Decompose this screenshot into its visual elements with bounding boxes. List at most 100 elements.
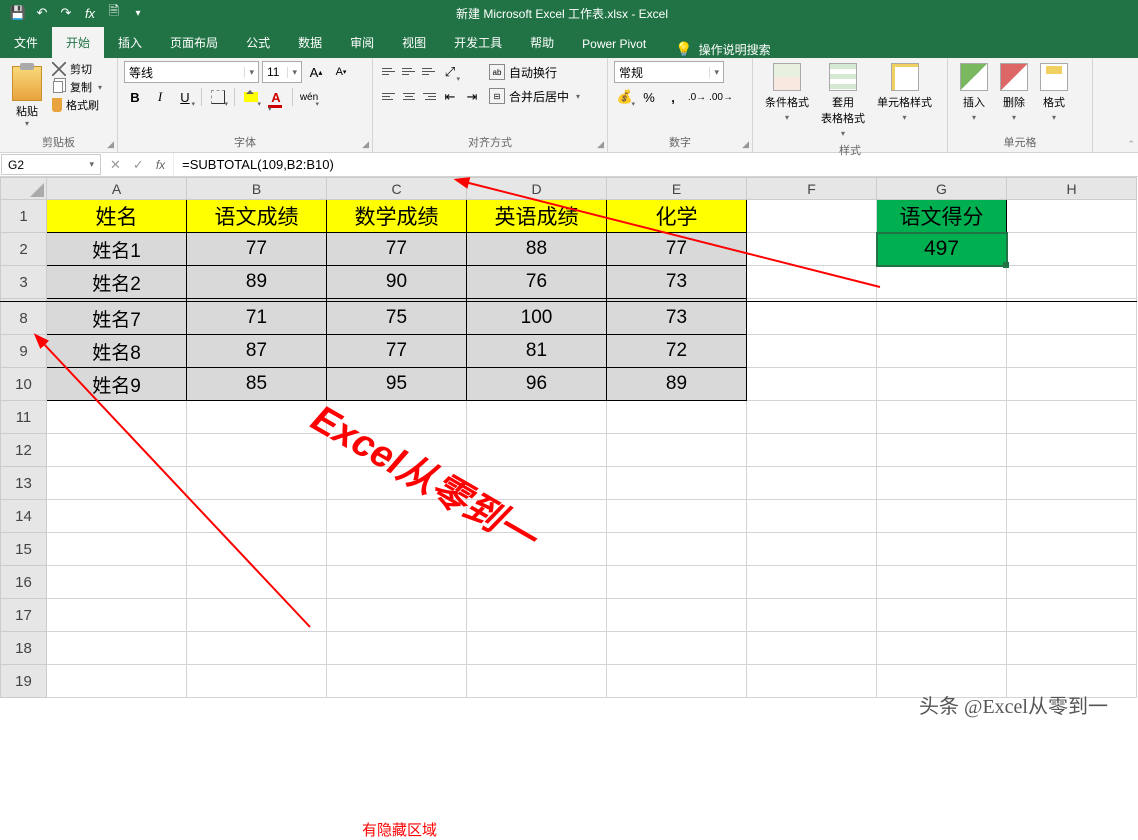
- underline-button[interactable]: U: [174, 86, 196, 108]
- wrap-text-button[interactable]: ab自动换行: [489, 61, 580, 83]
- row-header-15[interactable]: 15: [1, 533, 47, 566]
- decrease-decimal-button[interactable]: .00→: [710, 86, 732, 108]
- increase-decimal-button[interactable]: .0→: [686, 86, 708, 108]
- font-color-button[interactable]: A: [265, 86, 287, 108]
- cut-button[interactable]: 剪切: [52, 61, 102, 77]
- cell-e10[interactable]: 89: [607, 368, 747, 401]
- fill-color-button[interactable]: [240, 86, 262, 108]
- tab-data[interactable]: 数据: [284, 27, 336, 58]
- cell-h3[interactable]: [1007, 266, 1137, 299]
- tab-home[interactable]: 开始: [52, 27, 104, 58]
- cell-d2[interactable]: 88: [467, 233, 607, 266]
- cell-a3[interactable]: 姓名2: [47, 266, 187, 299]
- cell-a9[interactable]: 姓名8: [47, 335, 187, 368]
- conditional-format-button[interactable]: 条件格式▾: [759, 61, 815, 140]
- name-box[interactable]: G2▾: [1, 154, 101, 175]
- row-header-11[interactable]: 11: [1, 401, 47, 434]
- row-header-10[interactable]: 10: [1, 368, 47, 401]
- font-launcher[interactable]: ◢: [362, 139, 369, 150]
- cell-h10[interactable]: [1007, 368, 1137, 401]
- cell-a11[interactable]: [47, 401, 187, 434]
- align-right-button[interactable]: [419, 86, 439, 106]
- row-header-2[interactable]: 2: [1, 233, 47, 266]
- row-header-9[interactable]: 9: [1, 335, 47, 368]
- cell-f2[interactable]: [747, 233, 877, 266]
- cell-c2[interactable]: 77: [327, 233, 467, 266]
- copy-button[interactable]: 复制▾: [52, 79, 102, 95]
- cell-f1[interactable]: [747, 200, 877, 233]
- cell-b10[interactable]: 85: [187, 368, 327, 401]
- cell-a10[interactable]: 姓名9: [47, 368, 187, 401]
- cell-g10[interactable]: [877, 368, 1007, 401]
- save-icon[interactable]: 💾: [10, 5, 26, 21]
- cell-b9[interactable]: 87: [187, 335, 327, 368]
- cell-g1[interactable]: 语文得分: [877, 200, 1007, 233]
- col-header-f[interactable]: F: [747, 178, 877, 200]
- cell-b8[interactable]: 71: [187, 302, 327, 335]
- brush-button[interactable]: 格式刷: [52, 97, 102, 113]
- col-header-g[interactable]: G: [877, 178, 1007, 200]
- row-header-8[interactable]: 8: [1, 302, 47, 335]
- cell-h1[interactable]: [1007, 200, 1137, 233]
- cell-e8[interactable]: 73: [607, 302, 747, 335]
- cell-b1[interactable]: 语文成绩: [187, 200, 327, 233]
- bold-button[interactable]: B: [124, 86, 146, 108]
- formula-input[interactable]: =SUBTOTAL(109,B2:B10): [173, 153, 1138, 176]
- tab-view[interactable]: 视图: [388, 27, 440, 58]
- col-header-e[interactable]: E: [607, 178, 747, 200]
- tab-pivot[interactable]: Power Pivot: [568, 30, 660, 58]
- row-header-16[interactable]: 16: [1, 566, 47, 599]
- row-header-13[interactable]: 13: [1, 467, 47, 500]
- col-header-c[interactable]: C: [327, 178, 467, 200]
- font-name-combo[interactable]: 等线▾: [124, 61, 259, 83]
- border-button[interactable]: [207, 86, 229, 108]
- insert-cells-button[interactable]: 插入▾: [954, 61, 994, 132]
- row-header-3[interactable]: 3: [1, 266, 47, 299]
- row-header-14[interactable]: 14: [1, 500, 47, 533]
- row-header-1[interactable]: 1: [1, 200, 47, 233]
- cell-d8[interactable]: 100: [467, 302, 607, 335]
- cell-c8[interactable]: 75: [327, 302, 467, 335]
- cell-f10[interactable]: [747, 368, 877, 401]
- qat-more-icon[interactable]: ▾: [130, 5, 146, 21]
- table-format-button[interactable]: 套用 表格格式▾: [815, 61, 871, 140]
- row-header-12[interactable]: 12: [1, 434, 47, 467]
- tab-insert[interactable]: 插入: [104, 27, 156, 58]
- cell-d3[interactable]: 76: [467, 266, 607, 299]
- cell-f9[interactable]: [747, 335, 877, 368]
- number-launcher[interactable]: ◢: [742, 139, 749, 150]
- cell-g3[interactable]: [877, 266, 1007, 299]
- cell-d1[interactable]: 英语成绩: [467, 200, 607, 233]
- currency-button[interactable]: 💰: [614, 86, 636, 108]
- tell-me-search[interactable]: 💡 操作说明搜索: [675, 41, 770, 58]
- align-top-button[interactable]: [379, 61, 399, 81]
- row-header-17[interactable]: 17: [1, 599, 47, 632]
- cell-g9[interactable]: [877, 335, 1007, 368]
- italic-button[interactable]: I: [149, 86, 171, 108]
- clipboard-launcher[interactable]: ◢: [107, 139, 114, 150]
- percent-button[interactable]: %: [638, 86, 660, 108]
- align-bottom-button[interactable]: [419, 61, 439, 81]
- col-header-b[interactable]: B: [187, 178, 327, 200]
- cell-e2[interactable]: 77: [607, 233, 747, 266]
- cell-e1[interactable]: 化学: [607, 200, 747, 233]
- cell-a8[interactable]: 姓名7: [47, 302, 187, 335]
- col-header-d[interactable]: D: [467, 178, 607, 200]
- format-cells-button[interactable]: 格式▾: [1034, 61, 1074, 132]
- phonetic-button[interactable]: wén: [298, 86, 320, 108]
- cell-g2[interactable]: 497: [877, 233, 1007, 266]
- ribbon-collapse[interactable]: ⌃: [1127, 139, 1135, 150]
- font-size-combo[interactable]: 11▾: [262, 61, 302, 83]
- align-middle-button[interactable]: [399, 61, 419, 81]
- cell-c10[interactable]: 95: [327, 368, 467, 401]
- cell-h9[interactable]: [1007, 335, 1137, 368]
- cell-c1[interactable]: 数学成绩: [327, 200, 467, 233]
- fx-icon[interactable]: fx: [82, 5, 98, 21]
- cell-b3[interactable]: 89: [187, 266, 327, 299]
- cell-g8[interactable]: [877, 302, 1007, 335]
- redo-icon[interactable]: ↷: [58, 5, 74, 21]
- col-header-a[interactable]: A: [47, 178, 187, 200]
- decrease-indent-button[interactable]: ⇤: [439, 86, 461, 108]
- number-format-combo[interactable]: 常规▾: [614, 61, 724, 83]
- paste-button[interactable]: 粘贴 ▾: [6, 61, 48, 132]
